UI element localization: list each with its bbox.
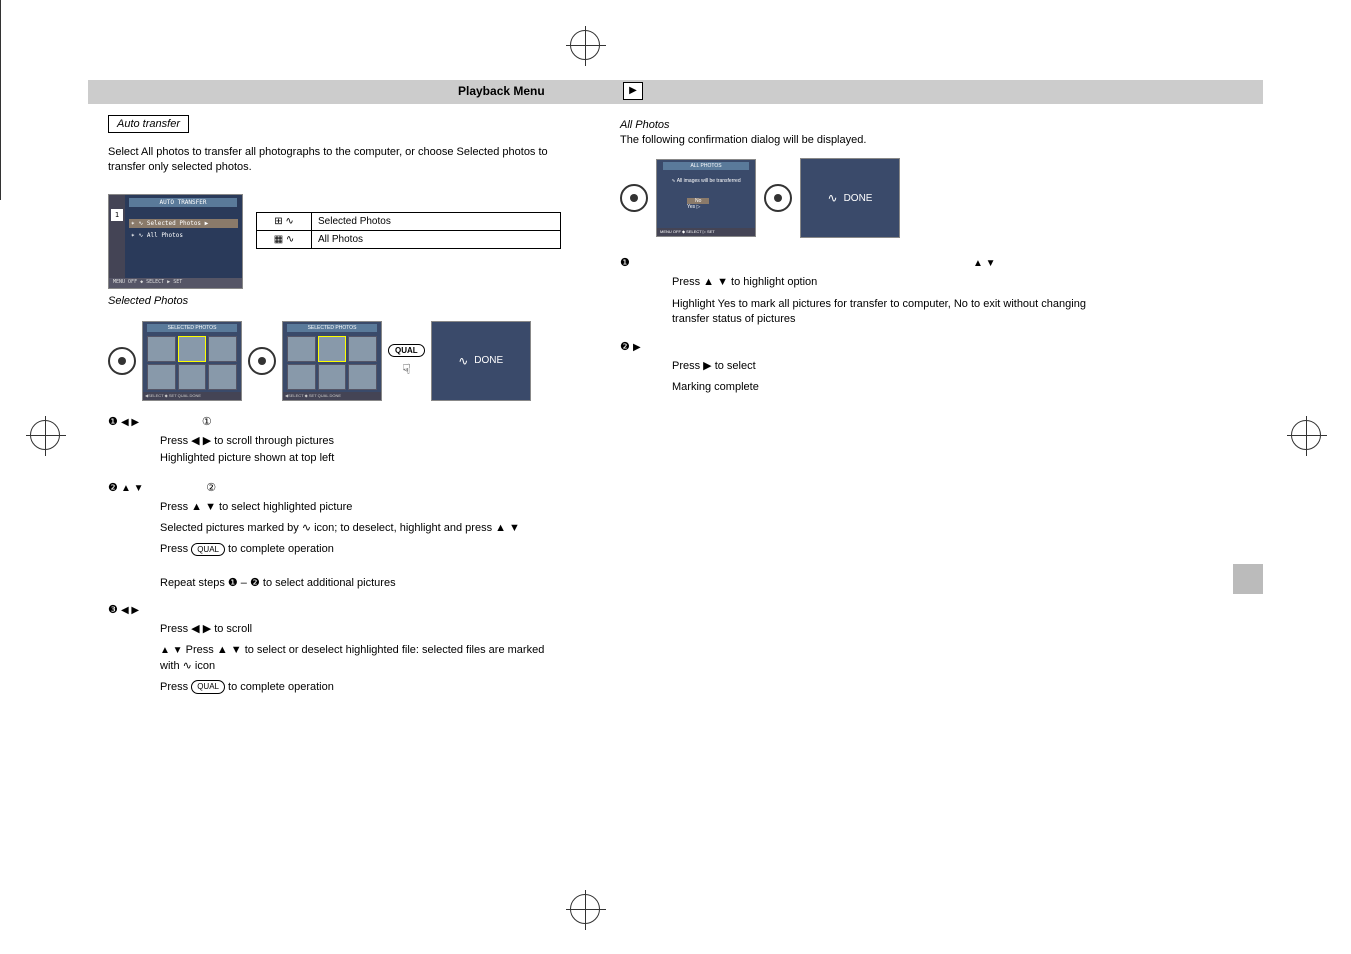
selected-photos-sequence: SELECTED PHOTOS ◀SELECT ◆ SET QUAL DONE … bbox=[108, 321, 563, 401]
arrow-icons: ▲ ▼ bbox=[121, 483, 146, 494]
menu-footer: MENU OFF ◆ SELECT ▶ SET bbox=[109, 278, 242, 288]
step-text: Selected pictures marked by ∿ icon; to d… bbox=[160, 521, 563, 536]
registration-mark bbox=[30, 420, 60, 450]
option-label: Selected Photos bbox=[312, 212, 561, 230]
step-text: Highlight Yes to mark all pictures for t… bbox=[672, 297, 1095, 328]
step-text: Highlighted picture shown at top left bbox=[160, 451, 563, 466]
menu-sidebar: 1 bbox=[109, 195, 125, 288]
step-row: ❸ ◀ ▶ bbox=[108, 603, 563, 616]
qual-button-inline: QUAL bbox=[191, 543, 225, 556]
crop-mark bbox=[0, 0, 1, 50]
step-text: Press QUAL to complete operation bbox=[160, 680, 563, 695]
preview-footer: ◀SELECT ◆ SET QUAL DONE bbox=[143, 392, 241, 400]
step-text: Press ▲ ▼ to select highlighted picture bbox=[160, 500, 563, 515]
options-table: ⊞ ∿ Selected Photos ▦ ∿ All Photos bbox=[256, 212, 561, 249]
table-row: ▦ ∿ All Photos bbox=[257, 230, 561, 248]
registration-mark bbox=[1291, 420, 1321, 450]
preview-screen-2: SELECTED PHOTOS ◀SELECT ◆ SET QUAL DONE bbox=[282, 321, 382, 401]
step-number: ❶ bbox=[620, 257, 630, 269]
tab-indicator bbox=[1233, 564, 1263, 594]
preview-title: SELECTED PHOTOS bbox=[147, 324, 237, 332]
crop-mark bbox=[0, 150, 1, 200]
done-screen: ∿ DONE bbox=[800, 158, 900, 238]
step-row: ❶ ◀ ▶ ① bbox=[108, 415, 563, 428]
all-photos-sequence: ALL PHOTOS ∿ All images will be transfer… bbox=[620, 158, 1095, 238]
step-text: Press QUAL to complete operation bbox=[160, 542, 563, 557]
step-text: Press ▲ ▼ to highlight option bbox=[672, 275, 1095, 290]
camera-menu-screenshot: 1 AUTO TRANSFER ✶ ∿ Selected Photos ▶ ✶ … bbox=[108, 194, 243, 289]
arrow-icons: ▲ ▼ bbox=[160, 645, 183, 656]
confirmation-dialog-screenshot: ALL PHOTOS ∿ All images will be transfer… bbox=[656, 159, 756, 237]
multi-selector-icon bbox=[248, 347, 276, 375]
intro-text: The following confirmation dialog will b… bbox=[620, 133, 1095, 148]
step-number: ❷ bbox=[620, 341, 630, 353]
arrow-icons: ◀ ▶ bbox=[121, 417, 142, 428]
crop-mark bbox=[0, 100, 1, 150]
dialog-message: ∿ All images will be transferred bbox=[667, 178, 745, 184]
step-text: Press ◀ ▶ to scroll through pictures bbox=[160, 434, 563, 449]
section-title-box: Auto transfer bbox=[108, 115, 189, 133]
qual-button: QUAL bbox=[388, 344, 425, 357]
done-label: DONE bbox=[844, 193, 873, 204]
transfer-icon: ∿ bbox=[828, 191, 838, 205]
step-row: ❷ ▲ ▼ ② bbox=[108, 481, 563, 494]
step-text: Press ▶ to select bbox=[672, 359, 1095, 374]
subsection-header: Selected Photos bbox=[108, 295, 563, 307]
dialog-title: ALL PHOTOS bbox=[663, 162, 749, 170]
step-number: ❶ bbox=[108, 416, 118, 428]
arrow-icons: ▲ ▼ bbox=[973, 258, 996, 269]
option-icon: ⊞ ∿ bbox=[257, 212, 312, 230]
option-yes: Yes ▷ bbox=[687, 204, 709, 210]
table-row: ⊞ ∿ Selected Photos bbox=[257, 212, 561, 230]
header-title: Playback Menu bbox=[458, 84, 545, 98]
qual-button-inline: QUAL bbox=[191, 680, 225, 693]
step-number: ② bbox=[206, 482, 216, 494]
left-column: Auto transfer Select All photos to trans… bbox=[108, 115, 563, 695]
step-text: Press ◀ ▶ to scroll bbox=[160, 622, 563, 637]
subsection-header: All Photos bbox=[620, 119, 1095, 131]
play-icon: ▶ bbox=[623, 82, 643, 100]
arrow-icons: ▶ bbox=[633, 342, 641, 353]
dialog-footer: MENU OFF ◆ SELECT ▷ SET bbox=[657, 228, 755, 236]
thumbnail-grid bbox=[287, 336, 377, 390]
page-header-bar: Playback Menu ▶ bbox=[88, 80, 1263, 104]
step-number: ❸ bbox=[108, 604, 118, 616]
thumbnail-grid bbox=[147, 336, 237, 390]
arrow-icons: ◀ ▶ bbox=[121, 605, 139, 616]
preview-title: SELECTED PHOTOS bbox=[287, 324, 377, 332]
menu-item-selected-photos: ✶ ∿ Selected Photos ▶ bbox=[129, 219, 238, 228]
menu-title: AUTO TRANSFER bbox=[129, 198, 237, 207]
intro-paragraph: Select All photos to transfer all photog… bbox=[108, 145, 563, 176]
option-label: All Photos bbox=[312, 230, 561, 248]
done-screen: ∿ DONE bbox=[431, 321, 531, 401]
step-text: ▲ ▼ Press ▲ ▼ to select or deselect high… bbox=[160, 643, 563, 674]
step-row: ❶ ▲ ▼ bbox=[620, 256, 1095, 269]
menu-item-all-photos: ✶ ∿ All Photos bbox=[129, 231, 238, 240]
step-text: Marking complete bbox=[672, 380, 1095, 395]
step-number: ① bbox=[202, 416, 212, 428]
step-row: ❷ ▶ bbox=[620, 340, 1095, 353]
right-column: All Photos The following confirmation di… bbox=[620, 115, 1095, 395]
hand-cursor-icon: ☟ bbox=[402, 361, 411, 378]
qual-button-group: QUAL ☟ bbox=[388, 344, 425, 378]
preview-footer: ◀SELECT ◆ SET QUAL DONE bbox=[283, 392, 381, 400]
registration-mark bbox=[570, 894, 600, 924]
step-number: ❷ bbox=[108, 482, 118, 494]
option-icon: ▦ ∿ bbox=[257, 230, 312, 248]
multi-selector-icon bbox=[620, 184, 648, 212]
multi-selector-icon bbox=[764, 184, 792, 212]
multi-selector-icon bbox=[108, 347, 136, 375]
done-label: DONE bbox=[474, 355, 503, 366]
preview-screen-1: SELECTED PHOTOS ◀SELECT ◆ SET QUAL DONE bbox=[142, 321, 242, 401]
dialog-options: No Yes ▷ bbox=[687, 198, 709, 210]
transfer-icon: ∿ bbox=[458, 354, 468, 368]
repeat-instruction: Repeat steps ❶ – ❷ to select additional … bbox=[160, 576, 563, 589]
side-tab-strip bbox=[1233, 82, 1263, 854]
registration-mark bbox=[570, 30, 600, 60]
crop-mark bbox=[0, 50, 1, 100]
sidebar-number: 1 bbox=[111, 209, 123, 221]
